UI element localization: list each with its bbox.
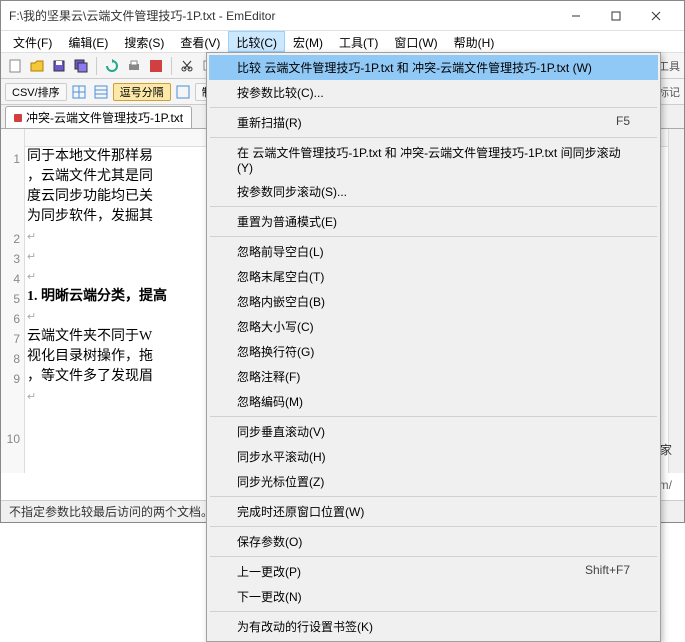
menu-item[interactable]: 下一更改(N) [209,584,658,609]
menu-item[interactable]: 在 云端文件管理技巧-1P.txt 和 冲突-云端文件管理技巧-1P.txt 间… [209,140,658,179]
line-number: 1 [1,149,20,169]
toolbar-separator [96,57,97,75]
menu-item[interactable]: 按参数比较(C)... [209,80,658,105]
menu-separator [210,137,657,138]
menu-item[interactable]: 忽略注释(F) [209,364,658,389]
menu-帮助(H)[interactable]: 帮助(H) [446,31,503,52]
menu-item[interactable]: 忽略编码(M) [209,389,658,414]
cut-icon[interactable] [177,56,197,76]
menu-item[interactable]: 重新扫描(R)F5 [209,110,658,135]
compare-menu-dropdown: 比较 云端文件管理技巧-1P.txt 和 冲突-云端文件管理技巧-1P.txt … [206,52,661,642]
save-icon[interactable] [49,56,69,76]
minimize-button[interactable] [556,2,596,30]
menu-separator [210,611,657,612]
menu-item[interactable]: 忽略前导空白(L) [209,239,658,264]
menu-item[interactable]: 忽略大小写(C) [209,314,658,339]
document-tab[interactable]: 冲突-云端文件管理技巧-1P.txt [5,106,192,128]
menu-item[interactable]: 上一更改(P)Shift+F7 [209,559,658,584]
csv-sort-button[interactable]: CSV/排序 [5,83,67,101]
maximize-button[interactable] [596,2,636,30]
menu-item[interactable]: 完成时还原窗口位置(W) [209,499,658,524]
tab-label: 冲突-云端文件管理技巧-1P.txt [26,109,183,126]
toolbar-separator [171,57,172,75]
menu-item[interactable]: 同步水平滚动(H) [209,444,658,469]
grid3-icon[interactable] [173,82,193,102]
marker-label: 标记 [658,84,680,100]
close-button[interactable] [636,2,676,30]
menu-separator [210,416,657,417]
line-number: 9 [1,369,20,389]
line-number [1,209,20,229]
title-bar: F:\我的坚果云\云端文件管理技巧-1P.txt - EmEditor [1,1,684,31]
line-number: 3 [1,249,20,269]
window-controls [556,2,676,30]
menu-item[interactable]: 忽略末尾空白(T) [209,264,658,289]
menu-separator [210,496,657,497]
grid2-icon[interactable] [91,82,111,102]
menu-item[interactable]: 同步垂直滚动(V) [209,419,658,444]
menu-separator [210,526,657,527]
menu-item[interactable]: 同步光标位置(Z) [209,469,658,494]
menu-宏(M)[interactable]: 宏(M) [285,31,331,52]
menu-separator [210,556,657,557]
menu-工具(T)[interactable]: 工具(T) [331,31,386,52]
line-number [1,189,20,209]
menu-bar: 文件(F)编辑(E)搜索(S)查看(V)比较(C)宏(M)工具(T)窗口(W)帮… [1,31,684,53]
line-number: 4 [1,269,20,289]
save-all-icon[interactable] [71,56,91,76]
line-number: 6 [1,309,20,329]
line-number [1,409,20,429]
menu-item[interactable]: 忽略换行符(G) [209,339,658,364]
menu-窗口(W)[interactable]: 窗口(W) [386,31,445,52]
menu-比较(C)[interactable]: 比较(C) [228,31,285,52]
window-title: F:\我的坚果云\云端文件管理技巧-1P.txt - EmEditor [9,7,556,24]
menu-搜索(S)[interactable]: 搜索(S) [116,31,172,52]
menu-separator [210,107,657,108]
menu-separator [210,236,657,237]
line-number: 8 [1,349,20,369]
vertical-scrollbar[interactable] [668,129,684,473]
open-file-icon[interactable] [27,56,47,76]
menu-文件(F)[interactable]: 文件(F) [5,31,60,52]
modified-dot-icon [14,114,22,122]
menu-item[interactable]: 为有改动的行设置书签(K) [209,614,658,639]
menu-separator [210,206,657,207]
comma-sep-button[interactable]: 逗号分隔 [113,83,171,101]
line-number [1,169,20,189]
menu-item[interactable]: 比较 云端文件管理技巧-1P.txt 和 冲突-云端文件管理技巧-1P.txt … [209,55,658,80]
menu-查看(V)[interactable]: 查看(V) [172,31,228,52]
print-icon[interactable] [124,56,144,76]
reload-icon[interactable] [102,56,122,76]
line-number [1,389,20,409]
line-number: 2 [1,229,20,249]
line-gutter: 1 23456789 10 [1,129,25,473]
line-number: 7 [1,329,20,349]
status-text: 不指定参数比较最后访问的两个文档。 [9,503,213,520]
menu-item[interactable]: 保存参数(O) [209,529,658,554]
menu-item[interactable]: 按参数同步滚动(S)... [209,179,658,204]
tools-label: 工具 [658,58,680,74]
new-file-icon[interactable] [5,56,25,76]
line-number: 10 [1,429,20,449]
menu-item[interactable]: 忽略内嵌空白(B) [209,289,658,314]
menu-编辑(E)[interactable]: 编辑(E) [60,31,116,52]
app-icon[interactable] [146,56,166,76]
line-number: 5 [1,289,20,309]
grid-icon[interactable] [69,82,89,102]
menu-item[interactable]: 重置为普通模式(E) [209,209,658,234]
